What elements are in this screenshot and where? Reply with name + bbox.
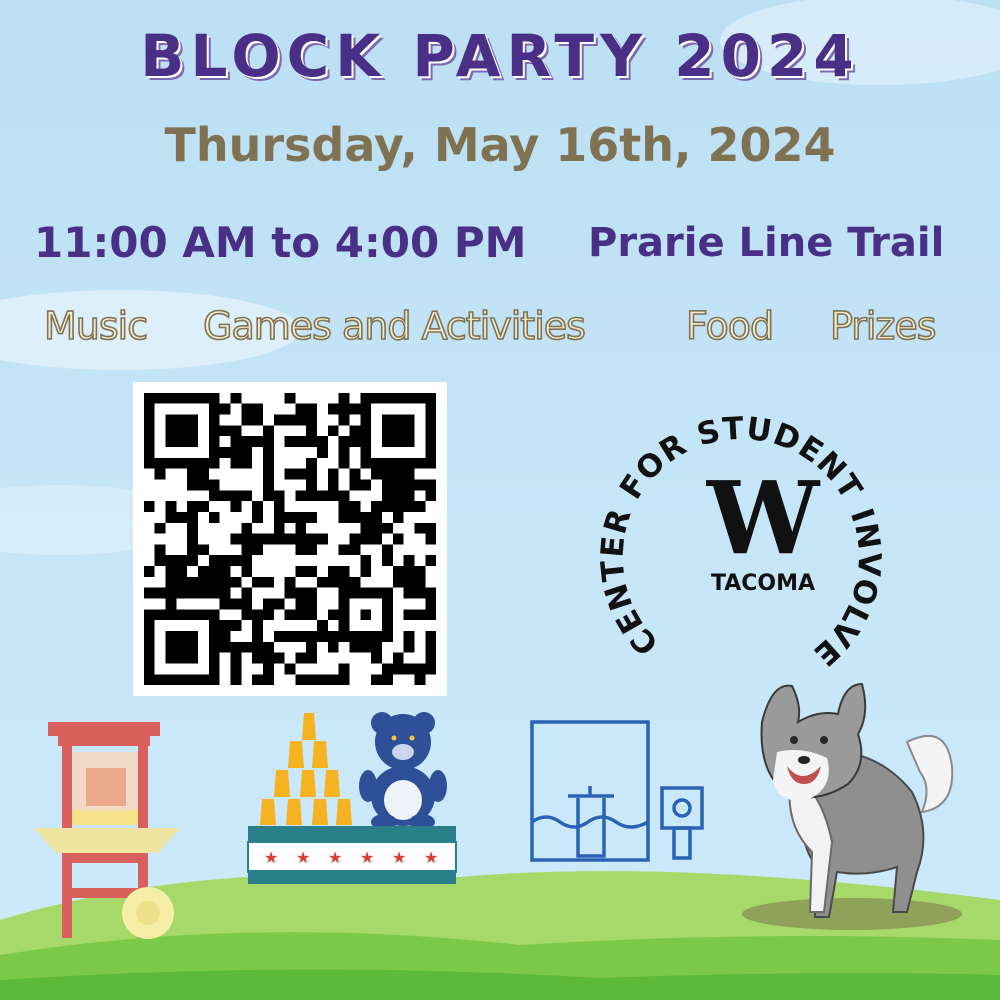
carnival-prize-booth: ★ ★ ★ ★ ★ ★ [247,712,457,884]
event-date: Thursday, May 16th, 2024 [164,118,836,172]
svg-text:★: ★ [360,848,374,867]
w-logo-icon: W [706,459,821,577]
feature-games: Games and Activities [202,303,587,349]
husky-dog-icon [742,682,962,930]
event-time: 11:00 AM to 4:00 PM [34,218,527,267]
svg-text:★: ★ [392,848,406,867]
claw-machine-icon [530,720,704,862]
logo-campus: TACOMA [711,571,815,596]
teddy-bear-icon [359,712,447,830]
qr-code-icon[interactable] [133,382,447,696]
feature-music: Music [43,303,149,349]
feature-prizes: Prizes [829,303,937,349]
feature-food: Food [685,303,775,349]
popcorn-cart-icon [34,722,180,939]
center-for-student-involvement-logo: CENTER FOR STUDENT INVOLVEMENT W TACOMA [598,378,886,673]
svg-text:★: ★ [424,848,438,867]
svg-text:★: ★ [264,848,278,867]
svg-text:★: ★ [296,848,310,867]
event-location: Prarie Line Trail [588,220,945,266]
svg-text:★: ★ [328,848,342,867]
cup-stack-game-icon [260,713,352,825]
event-title: BLOCK PARTY 2024 [140,22,860,90]
